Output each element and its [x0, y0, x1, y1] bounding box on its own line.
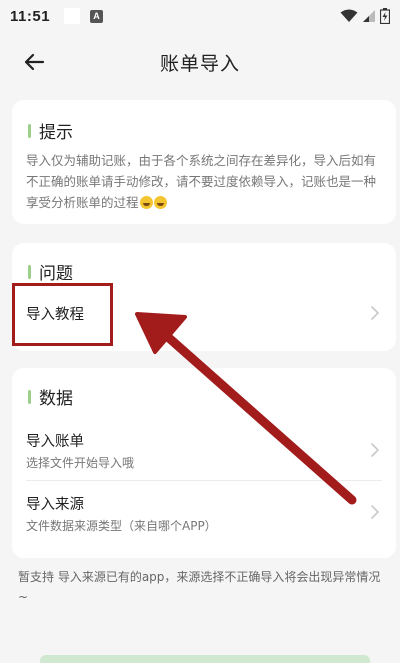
battery-icon [380, 8, 390, 24]
back-arrow-icon[interactable] [22, 50, 46, 74]
notification-icon [64, 8, 81, 24]
page-title: 账单导入 [159, 52, 240, 75]
bottom-action-bar[interactable] [40, 655, 370, 663]
question-title: 问题 [39, 264, 73, 284]
chevron-right-icon [371, 443, 379, 457]
app-header: 账单导入 [0, 40, 400, 84]
tips-card: 提示 导入仅为辅助记账，由于各个系统之间存在差异化，导入后如有不正确的账单请手动… [12, 100, 396, 224]
data-title: 数据 [39, 389, 73, 409]
tips-title: 提示 [39, 123, 73, 143]
tips-text: 导入仅为辅助记账，由于各个系统之间存在差异化，导入后如有不正确的账单请手动修改，… [26, 153, 377, 210]
row-divider [26, 480, 382, 481]
footer-note: 暂支持 导入来源已有的app，来源选择不正确导入将会出现异常情况~ [18, 570, 381, 604]
import-bill-subtitle: 选择文件开始导入哦 [26, 456, 135, 470]
data-card: 数据 导入账单 选择文件开始导入哦 导入来源 文件数据来源类型（来自哪个APP） [12, 368, 396, 558]
a-app-icon: A [90, 9, 104, 23]
wifi-icon [340, 9, 358, 22]
import-bill-label: 导入账单 [26, 434, 84, 450]
chevron-right-icon [371, 306, 379, 320]
section-accent-bar [28, 264, 31, 279]
question-header: 问题 [28, 259, 73, 284]
section-accent-bar [28, 389, 31, 404]
grin-emoji-icon [139, 196, 153, 209]
chevron-right-icon [371, 505, 379, 519]
signal-icon [363, 10, 375, 22]
tips-text-block: 导入仅为辅助记账，由于各个系统之间存在差异化，导入后如有不正确的账单请手动修改，… [26, 150, 386, 213]
section-accent-bar [28, 123, 31, 138]
smile-emoji-icon [153, 196, 167, 209]
import-source-item[interactable]: 导入来源 文件数据来源类型（来自哪个APP） [12, 486, 396, 548]
annotation-highlight-box [12, 283, 113, 346]
tips-header: 提示 [28, 118, 73, 143]
status-time: 11:51 [10, 7, 51, 25]
status-icons [340, 8, 390, 24]
import-bill-item[interactable]: 导入账单 选择文件开始导入哦 [12, 420, 396, 480]
import-source-label: 导入来源 [26, 497, 84, 513]
data-header: 数据 [28, 384, 73, 409]
import-source-subtitle: 文件数据来源类型（来自哪个APP） [26, 519, 217, 533]
status-bar: 11:51 A [0, 0, 400, 32]
